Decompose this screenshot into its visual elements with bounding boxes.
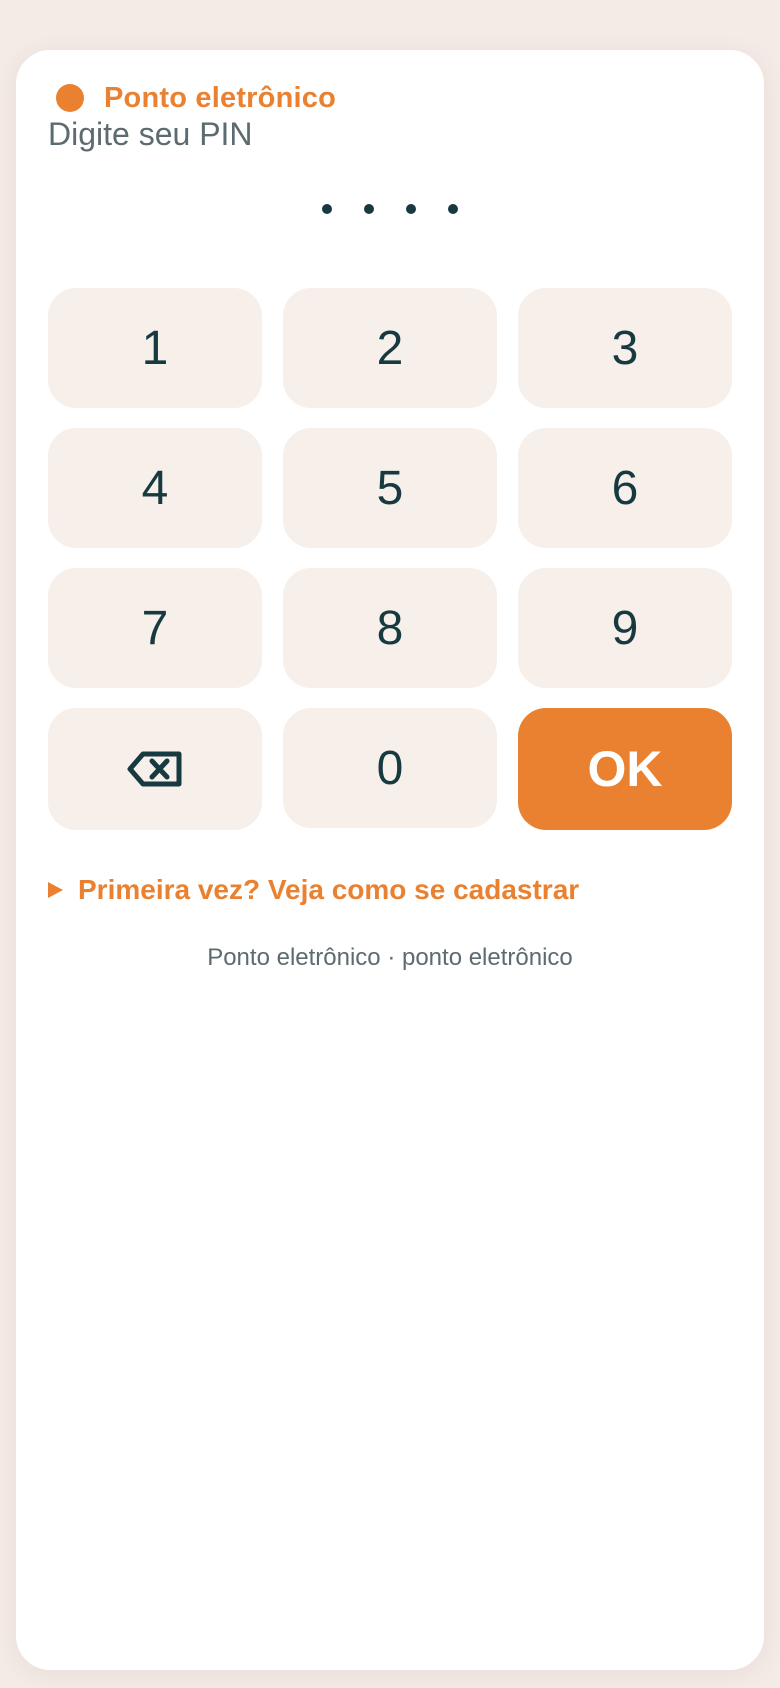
footer-text: Ponto eletrônico · ponto eletrônico: [207, 944, 573, 971]
page-subtitle: Digite seu PIN: [48, 116, 253, 152]
disclosure-triangle-icon: [48, 882, 63, 898]
keypad: 1 2 3 4 5 6 7 8 9 0 OK: [48, 288, 732, 830]
pin-indicator: [16, 204, 764, 214]
key-8[interactable]: 8: [283, 568, 497, 688]
key-9[interactable]: 9: [518, 568, 732, 688]
key-6[interactable]: 6: [518, 428, 732, 548]
pin-dot: [406, 204, 416, 214]
pin-dot: [364, 204, 374, 214]
key-3[interactable]: 3: [518, 288, 732, 408]
pin-dot: [448, 204, 458, 214]
key-7[interactable]: 7: [48, 568, 262, 688]
backspace-button[interactable]: [48, 708, 262, 830]
key-4[interactable]: 4: [48, 428, 262, 548]
key-2[interactable]: 2: [283, 288, 497, 408]
brand-dot-icon: [56, 84, 84, 112]
brand-name: Ponto eletrônico: [104, 81, 336, 114]
ok-button[interactable]: OK: [518, 708, 732, 830]
pin-card: Ponto eletrônico Digite seu PIN 1 2 3 4 …: [16, 50, 764, 1670]
pin-dot: [322, 204, 332, 214]
key-5[interactable]: 5: [283, 428, 497, 548]
brand-row: Ponto eletrônico: [56, 78, 336, 118]
key-0[interactable]: 0: [283, 708, 497, 828]
key-1[interactable]: 1: [48, 288, 262, 408]
backspace-icon: [127, 751, 182, 787]
signup-help-label: Primeira vez? Veja como se cadastrar: [78, 874, 580, 905]
signup-help-toggle[interactable]: Primeira vez? Veja como se cadastrar: [48, 874, 579, 906]
